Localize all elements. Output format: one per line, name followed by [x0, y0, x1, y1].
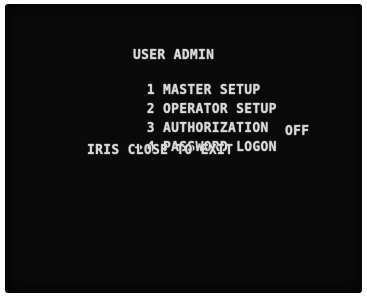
- exit-hint: IRIS CLOSE TO EXIT: [87, 143, 234, 158]
- password-logon-value[interactable]: OFF: [285, 124, 309, 140]
- camera-osd-screen: USER ADMIN 1 MASTER SETUP 2 OPERATOR SET…: [5, 4, 362, 293]
- menu-item-master-setup[interactable]: 1 MASTER SETUP: [98, 67, 261, 98]
- osd-menu: USER ADMIN 1 MASTER SETUP 2 OPERATOR SET…: [5, 4, 362, 293]
- menu-item-operator-setup[interactable]: 2 OPERATOR SETUP: [98, 86, 277, 117]
- menu-item-password-logon[interactable]: → 4 PASSWORD LOGON OFF: [86, 124, 309, 155]
- menu-item-authorization[interactable]: 3 AUTHORIZATION: [98, 105, 269, 136]
- menu-title: USER ADMIN: [133, 48, 215, 63]
